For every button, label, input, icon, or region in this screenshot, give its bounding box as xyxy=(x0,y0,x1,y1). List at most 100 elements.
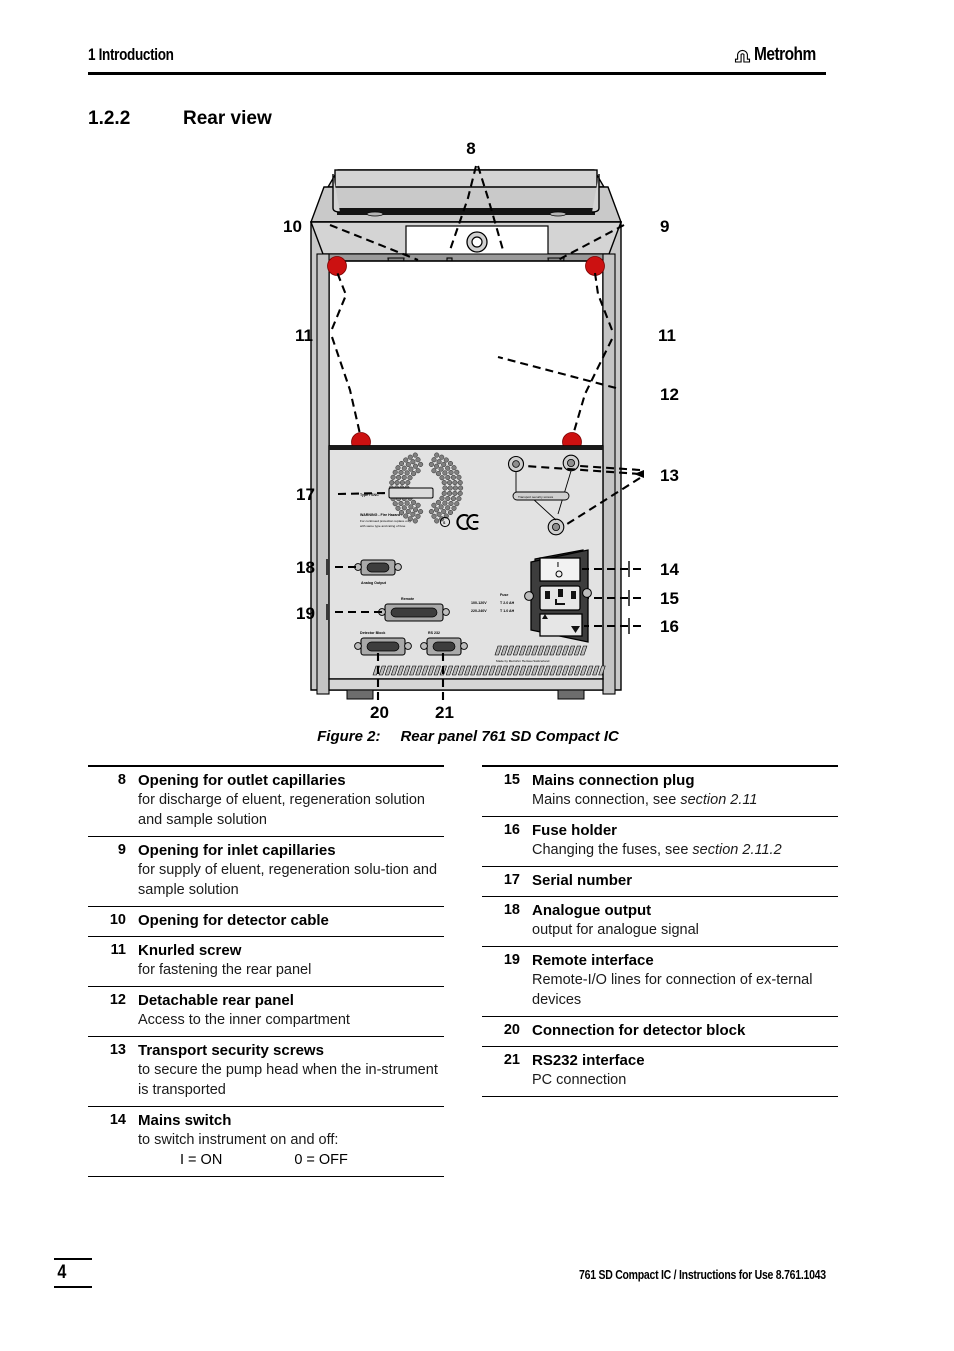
legend-row: 17 Serial number xyxy=(482,867,838,897)
legend-item-number: 15 xyxy=(503,771,520,788)
legend-item-title: Connection for detector block xyxy=(532,1021,746,1039)
legend-item-title: Knurled screw xyxy=(138,941,242,959)
figure-rear-panel: .gbody { fill:#d4d4d4; stroke:#000; stro… xyxy=(88,130,848,750)
running-head-title: 1 Introduction xyxy=(88,46,174,64)
page-number: 4 xyxy=(57,1262,67,1283)
legend-item-description: for discharge of eluent, regeneration so… xyxy=(138,791,425,828)
legend-item-body: RS232 interface PC connection xyxy=(532,1051,838,1090)
callout-16: 16 xyxy=(660,617,679,636)
legend-row: 15 Mains connection plug Mains connection,… xyxy=(482,767,838,817)
legend-item-title: Opening for inlet capillaries xyxy=(138,841,336,859)
detector-block-label: Detector Block xyxy=(360,631,385,635)
legend-switch-values: I = ON 0 = OFF xyxy=(138,1150,444,1170)
legend-row: 8 Opening for outlet capillaries for disch… xyxy=(88,767,444,837)
legend-item-number: 14 xyxy=(109,1111,126,1128)
switch-on-symbol: I xyxy=(557,562,559,569)
legend-item-number: 21 xyxy=(503,1051,520,1068)
legend-item-description: to switch instrument on and off: xyxy=(138,1131,339,1148)
legend-item-title: Fuse holder xyxy=(532,821,618,839)
legend-row: 19 Remote interface Remote-I/O lines for c… xyxy=(482,947,838,1017)
legend-desc-reference: section 2.11 xyxy=(680,791,758,808)
legend-item-title: Opening for outlet capillaries xyxy=(138,771,346,789)
section-title: Rear view xyxy=(183,108,272,129)
legend-row: 16 Fuse holder Changing the fuses, see sec… xyxy=(482,817,838,867)
callout-9: 9 xyxy=(660,217,669,236)
legend-row: 10 Opening for detector cable xyxy=(88,907,444,937)
callout-8: 8 xyxy=(466,139,475,158)
legend-item-body: Mains switch to switch instrument on and … xyxy=(138,1111,444,1170)
legend-row: 20 Connection for detector block xyxy=(482,1017,838,1047)
switch-off-value: 0 = OFF xyxy=(294,1151,348,1168)
knurled-screw-top-left xyxy=(327,256,347,276)
section-number: 1.2.2 xyxy=(88,108,131,129)
rs232-label: RS 232 xyxy=(428,631,440,635)
fuse-voltage-0: 100-120V xyxy=(471,601,487,605)
legend-item-body: Knurled screw for fastening the rear pane… xyxy=(138,941,444,980)
callout-19: 19 xyxy=(296,604,315,623)
instrument-base xyxy=(328,678,604,700)
legend-item-number: 19 xyxy=(503,951,520,968)
legend-row: 21 RS232 interface PC connection xyxy=(482,1047,838,1097)
callout-18: 18 xyxy=(296,558,315,577)
legend-desc-text: Mains connection, see xyxy=(532,791,681,808)
callout-11-right: 11 xyxy=(658,326,676,345)
omega-arch-icon xyxy=(733,45,752,64)
legend-item-number: 13 xyxy=(109,1041,126,1058)
legend-item-description: for supply of eluent, regeneration solu-… xyxy=(138,861,438,898)
rear-panel-illustration: .gbody { fill:#d4d4d4; stroke:#000; stro… xyxy=(283,139,679,722)
footer-document-line: 761 SD Compact IC / Instructions for Use… xyxy=(579,1268,826,1282)
legend-item-title: Remote interface xyxy=(532,951,654,969)
legend-item-description: for fastening the rear panel xyxy=(138,961,312,978)
legend-desc-reference: section 2.11.2 xyxy=(692,841,782,858)
legend-item-body: Fuse holder Changing the fuses, see secti… xyxy=(532,821,838,860)
fuse-rating-1: T 1.0 AH xyxy=(500,609,515,613)
legend-item-title: Mains connection plug xyxy=(532,771,695,789)
footer-page-box: 4 xyxy=(54,1258,92,1288)
legend-item-number: 8 xyxy=(117,771,126,788)
legend-column-left: 8 Opening for outlet capillaries for disch… xyxy=(88,765,444,1177)
legend-row: 18 Analogue output output for analogue sig… xyxy=(482,897,838,947)
legend-item-body: Opening for detector cable xyxy=(138,911,444,930)
fuse-rating-0: T 2.0 AH xyxy=(500,601,515,605)
legend-item-title: Serial number xyxy=(532,871,633,889)
legend-item-title: Analogue output xyxy=(532,901,652,919)
mains-switch-rocker[interactable] xyxy=(539,557,581,582)
legend-item-title: Mains switch xyxy=(138,1111,232,1129)
page-rule-bottom xyxy=(54,1286,92,1288)
legend-item-body: Transport security screws to secure the p… xyxy=(138,1041,444,1100)
callout-12: 12 xyxy=(660,385,679,404)
legend-item-description: Mains connection, see section 2.11 xyxy=(532,790,838,810)
switch-on-value: I = ON xyxy=(180,1151,223,1168)
legend-item-body: Serial number xyxy=(532,871,838,890)
legend-column-right: 15 Mains connection plug Mains connection,… xyxy=(482,765,838,1097)
legend-row: 13 Transport security screws to secure the… xyxy=(88,1037,444,1107)
legend-item-description: Access to the inner compartment xyxy=(138,1011,350,1028)
legend-desc-text: Remote-I/O lines for connection of ex-te… xyxy=(532,971,813,1008)
metrohm-wordmark: Metrohm xyxy=(754,44,816,64)
legend-item-number: 11 xyxy=(110,941,126,958)
callout-21: 21 xyxy=(435,703,454,722)
figure-caption-text: Rear panel 761 SD Compact IC xyxy=(400,728,619,745)
legend-item-title: Transport security screws xyxy=(138,1041,324,1059)
legend-item-number: 17 xyxy=(503,871,520,888)
fuse-heading: Fuse xyxy=(500,593,508,597)
callout-13: 13 xyxy=(660,466,679,485)
transport-screw-label: Transport security screws xyxy=(518,495,554,499)
legend-item-number: 12 xyxy=(109,991,126,1008)
legend-item-body: Remote interface Remote-I/O lines for con… xyxy=(532,951,838,1010)
legend-desc-text: Changing the fuses, see xyxy=(532,841,693,858)
power-entry-module: I xyxy=(524,549,592,643)
callout-20: 20 xyxy=(370,703,389,722)
legend-item-description: PC connection xyxy=(532,1070,838,1090)
figure-caption-label: Figure 2: xyxy=(317,728,381,745)
made-by-label: Made by Metrohm Herisau Switzerland xyxy=(496,659,550,663)
legend-item-number: 16 xyxy=(503,821,520,838)
legend-item-title: Detachable rear panel xyxy=(138,991,294,1009)
legend-item-body: Connection for detector block xyxy=(532,1021,838,1040)
analog-output-label: Analog Output xyxy=(361,581,387,585)
callout-17: 17 xyxy=(296,485,315,504)
remote-label: Remote xyxy=(401,597,414,601)
legend-item-description: output for analogue signal xyxy=(532,920,838,940)
legend-item-body: Detachable rear panel Access to the inner… xyxy=(138,991,444,1030)
legend-item-body: Mains connection plug Mains connection, s… xyxy=(532,771,838,810)
